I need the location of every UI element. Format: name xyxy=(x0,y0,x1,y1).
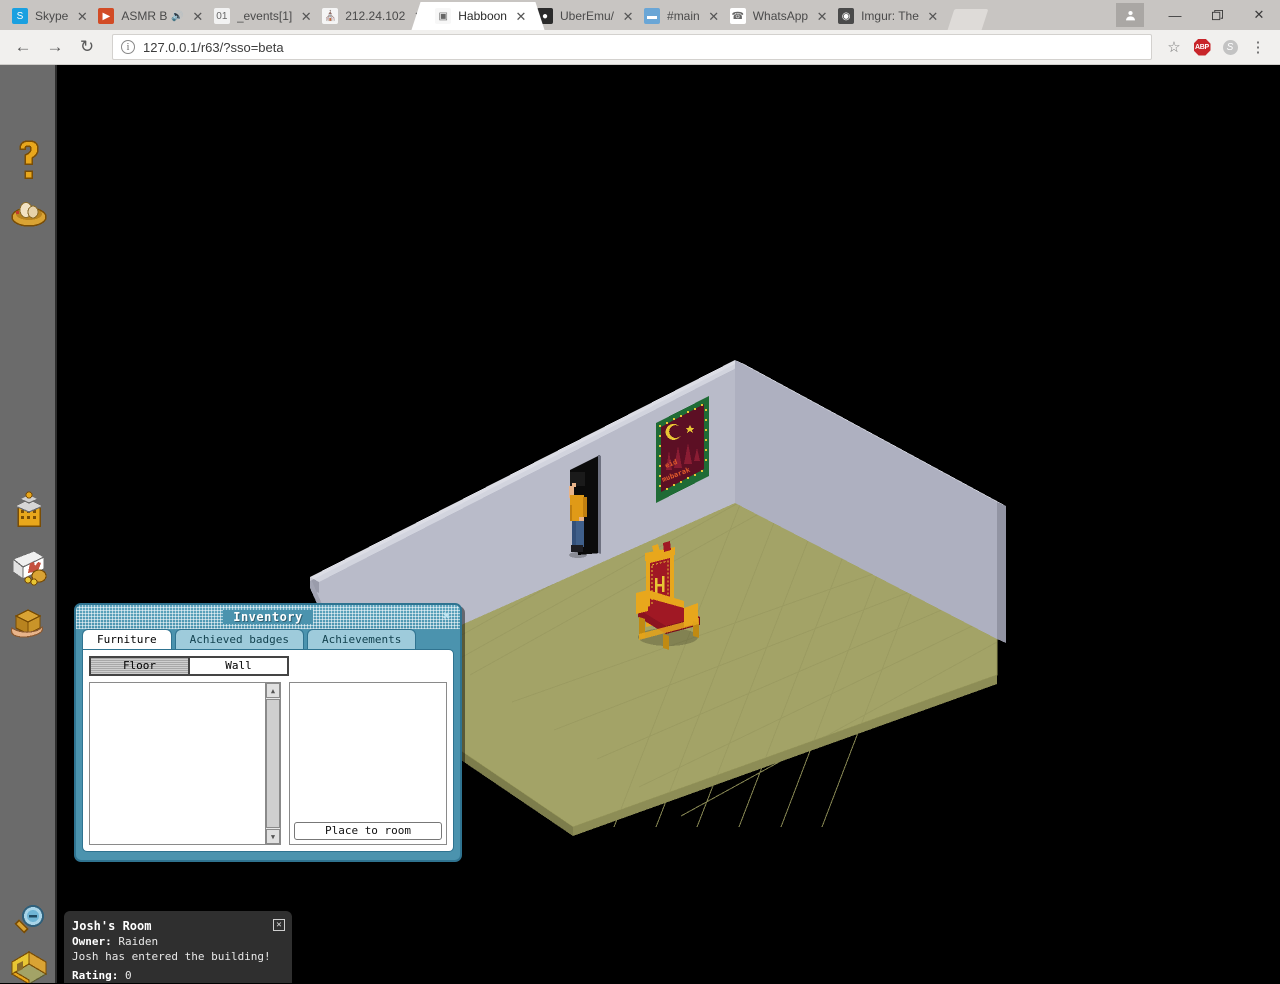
tab-close-icon[interactable]: ✕ xyxy=(298,8,314,24)
home-nest-icon[interactable] xyxy=(6,187,52,233)
inventory-item-list[interactable]: ▲ ▼ xyxy=(89,682,281,845)
close-icon[interactable]: ✕ xyxy=(273,919,285,931)
browser-tab-title: #main xyxy=(667,9,700,23)
skype-ext-glyph: S xyxy=(1222,39,1238,55)
room-description: Josh has entered the building! xyxy=(72,950,271,963)
inventory-preview-pane: Place to room xyxy=(289,682,447,845)
inventory-window[interactable]: Inventory ✖ Furniture Achieved badges Achi… xyxy=(74,603,462,862)
window-close-button[interactable]: ✕ xyxy=(1238,0,1280,30)
browser-tab-title: UberEmu/ xyxy=(559,9,615,23)
browser-tab-title: 212.24.102 xyxy=(345,9,406,23)
tab-close-icon[interactable]: ✕ xyxy=(620,8,636,24)
browser-tab-title: Habboon xyxy=(458,9,507,23)
profile-avatar-icon[interactable] xyxy=(1116,3,1144,27)
reload-button[interactable]: ↻ xyxy=(72,32,102,62)
browser-tab-title: ASMR B xyxy=(121,9,168,23)
tab-close-icon[interactable]: ✕ xyxy=(925,8,941,24)
place-to-room-button[interactable]: Place to room xyxy=(294,822,442,840)
inventory-tab[interactable]: Achieved badges xyxy=(174,629,304,649)
room-owner-name: Raiden xyxy=(118,935,159,948)
navigator-icon[interactable] xyxy=(6,488,52,534)
bookmark-star-icon[interactable]: ☆ xyxy=(1160,33,1188,61)
inventory-titlebar[interactable]: Inventory ✖ xyxy=(76,605,460,629)
window-minimize-button[interactable]: — xyxy=(1154,0,1196,30)
whatsapp-icon: ☎ xyxy=(729,8,746,24)
imgur-icon: ◉ xyxy=(838,8,855,24)
skype-extension-icon[interactable]: S xyxy=(1216,33,1244,61)
inventory-tab[interactable]: Achievements xyxy=(306,629,417,649)
tab-close-icon[interactable]: ✕ xyxy=(706,8,722,24)
forward-button[interactable]: → xyxy=(40,32,70,62)
address-bar[interactable]: i 127.0.0.1/r63/?sso=beta xyxy=(112,34,1152,60)
adblock-plus-icon[interactable]: ABP xyxy=(1188,33,1216,61)
browser-tab-title: WhatsApp xyxy=(752,9,809,23)
inventory-title: Inventory xyxy=(223,610,313,624)
browser-toolbar: ← → ↻ i 127.0.0.1/r63/?sso=beta ☆ ABP S … xyxy=(0,30,1280,65)
room-owner: Owner: Raiden xyxy=(72,934,282,949)
scrollbar-thumb[interactable] xyxy=(266,699,280,828)
chrome-menu-icon[interactable]: ⋮ xyxy=(1244,33,1272,61)
game-viewport[interactable]: eid mubarak Inventory ✖ Furniture Achiev… xyxy=(0,65,1280,983)
room-rating: Rating: 0 xyxy=(72,968,282,983)
room-rating-label: Rating: xyxy=(72,969,119,982)
address-bar-text: 127.0.0.1/r63/?sso=beta xyxy=(143,39,284,55)
youtube-icon: ▶ xyxy=(98,8,115,24)
close-icon[interactable]: ✖ xyxy=(439,609,454,624)
window-maximize-button[interactable] xyxy=(1196,0,1238,30)
site-info-icon[interactable]: i xyxy=(121,40,135,54)
inventory-tab[interactable]: Furniture xyxy=(82,629,172,649)
window-controls: — ✕ xyxy=(1116,0,1280,30)
browser-tab[interactable]: ▣ Habboon ✕ xyxy=(423,2,533,30)
tab-close-icon[interactable]: ✕ xyxy=(814,8,830,24)
room-info-panel[interactable]: ✕ Josh's Room Owner: Raiden Josh has ent… xyxy=(64,911,292,983)
search-icon[interactable] xyxy=(6,900,52,946)
room-rating-value: 0 xyxy=(124,969,132,982)
phpmyadmin-icon: ⛪ xyxy=(322,8,339,24)
scroll-down-button[interactable]: ▼ xyxy=(266,829,280,844)
inventory-scrollbar[interactable]: ▲ ▼ xyxy=(265,683,280,844)
tab-close-icon[interactable]: ✕ xyxy=(74,8,90,24)
inventory-body: Floor Wall ▲ ▼ Place to room xyxy=(82,649,454,852)
browser-tab[interactable]: ◉ Imgur: The ✕ xyxy=(826,2,945,30)
browser-tab-title: Skype xyxy=(35,9,69,23)
adblock-badge: ABP xyxy=(1193,38,1211,56)
skype-icon: S xyxy=(12,8,28,24)
browser-chrome: S Skype ✕ ▶ ASMR B 🔊 ✕ 01 _events[1] ✕ ⛪ 212.24.102… xyxy=(0,0,1280,65)
browser-tab-title: _events[1] xyxy=(236,9,293,23)
room-owner-label: Owner: xyxy=(72,935,112,948)
irc-icon: ▬ xyxy=(644,8,661,24)
tab-close-icon[interactable]: ✕ xyxy=(513,8,529,24)
inventory-tabs: Furniture Achieved badges Achievements xyxy=(76,629,460,649)
habbo-icon: ▣ xyxy=(435,8,452,24)
new-tab-button[interactable] xyxy=(947,9,989,30)
inventory-icon[interactable] xyxy=(6,598,52,644)
room-title: Josh's Room xyxy=(72,919,152,933)
help-icon[interactable] xyxy=(6,135,52,181)
room-tool-icon[interactable] xyxy=(6,950,52,983)
inventory-subtabs: Floor Wall xyxy=(89,656,289,676)
tab-mute-icon[interactable]: 🔊 xyxy=(171,11,183,22)
scroll-up-button[interactable]: ▲ xyxy=(266,683,280,698)
inventory-subtab[interactable]: Wall xyxy=(190,658,287,674)
back-button[interactable]: ← xyxy=(8,32,38,62)
notepad-icon: 01 xyxy=(213,8,230,24)
tab-close-icon[interactable]: ✕ xyxy=(190,8,206,24)
game-sidebar xyxy=(0,65,57,983)
catalogue-icon[interactable] xyxy=(6,543,52,589)
inventory-subtab[interactable]: Floor xyxy=(91,658,190,674)
browser-tab-title: Imgur: The xyxy=(861,9,919,23)
browser-tabstrip: S Skype ✕ ▶ ASMR B 🔊 ✕ 01 _events[1] ✕ ⛪ 212.24.102… xyxy=(0,0,1280,30)
